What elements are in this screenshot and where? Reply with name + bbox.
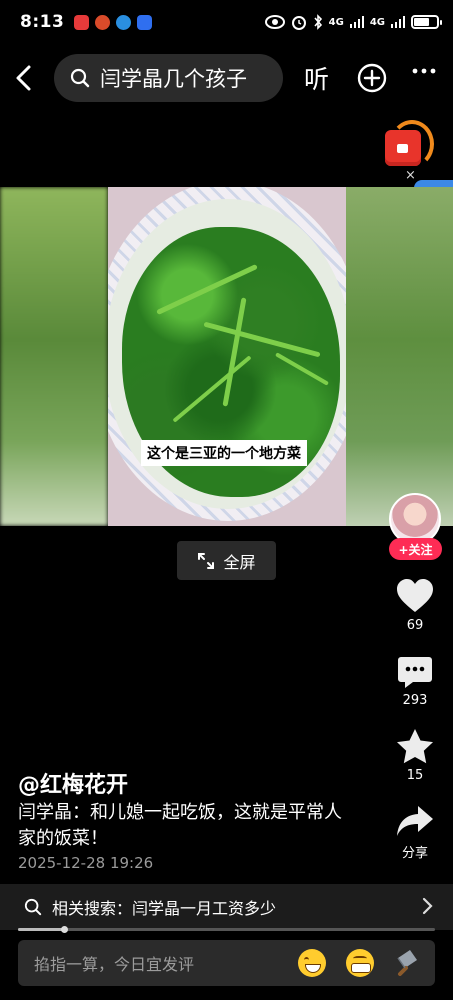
- signal-bars-icon: [349, 16, 364, 28]
- battery-icon: [411, 15, 442, 29]
- share-label: 分享: [401, 846, 428, 861]
- comment-icon: [398, 657, 432, 688]
- notification-icons: [74, 14, 153, 30]
- video-subtitle: 这个是三亚的一个地方菜: [141, 440, 307, 466]
- status-time: 8:13: [20, 12, 65, 32]
- comment-count: 293: [402, 693, 428, 708]
- related-search-bar[interactable]: 相关搜索：闫学晶一月工资多少: [0, 884, 453, 930]
- expand-icon: [198, 552, 215, 569]
- related-search-text: 相关搜索：闫学晶一月工资多少: [52, 899, 277, 918]
- red-packet-close-button[interactable]: ×: [405, 168, 416, 183]
- video-frame: 这个是三亚的一个地方菜: [108, 187, 346, 526]
- fullscreen-label: 全屏: [223, 552, 256, 572]
- favorite-count: 15: [406, 768, 424, 783]
- app-notification-icon: [95, 14, 111, 30]
- search-icon: [24, 898, 42, 916]
- more-icon[interactable]: [412, 68, 436, 74]
- like-count: 69: [406, 618, 424, 633]
- cleaver-sticker-icon[interactable]: [394, 948, 420, 976]
- app-notification-icon: [116, 14, 132, 30]
- video-blur-background-left: [0, 187, 108, 526]
- red-packet-button[interactable]: [384, 118, 436, 172]
- video-player[interactable]: 这个是三亚的一个地方菜: [0, 187, 453, 526]
- search-query: 闫学晶几个孩子: [100, 67, 247, 91]
- like-button[interactable]: 69: [386, 578, 444, 633]
- listen-button[interactable]: 听: [304, 60, 329, 96]
- top-bar: 闫学晶几个孩子 听: [0, 52, 453, 104]
- share-arrow-icon: [397, 806, 433, 836]
- share-button[interactable]: 分享: [386, 804, 444, 861]
- grin-emoji-icon[interactable]: [298, 949, 326, 977]
- back-button[interactable]: [2, 52, 44, 104]
- favorite-button[interactable]: 15: [386, 728, 444, 783]
- follow-button[interactable]: +关注: [389, 538, 442, 560]
- author-name[interactable]: @红梅花开: [18, 767, 128, 799]
- star-icon: [397, 729, 433, 764]
- fullscreen-button[interactable]: 全屏: [177, 541, 276, 580]
- bluetooth-icon: [314, 14, 322, 30]
- comment-input[interactable]: 掐指一算，今日宜发评: [18, 940, 435, 986]
- chevron-right-icon: [422, 897, 433, 915]
- alarm-icon: [291, 16, 306, 30]
- app-notification-icon: [137, 14, 153, 30]
- red-packet-icon: [385, 130, 421, 166]
- video-blur-background-right: [346, 187, 453, 526]
- signal-2-label: 4G: [369, 16, 385, 28]
- playback-progress-fill: [18, 928, 64, 931]
- chevron-left-icon: [16, 65, 31, 91]
- signal-bars-icon: [391, 16, 405, 28]
- post-date: 2025-12-28 19:26: [18, 854, 154, 872]
- comment-placeholder: 掐指一算，今日宜发评: [34, 955, 195, 974]
- app-notification-icon: [74, 14, 90, 30]
- search-icon: [70, 68, 90, 88]
- add-icon[interactable]: [357, 63, 387, 93]
- status-bar: 8:13 4G 4G: [0, 0, 453, 44]
- eye-icon: [264, 15, 285, 29]
- comment-button[interactable]: 293: [386, 655, 444, 708]
- grimace-emoji-icon[interactable]: [346, 949, 374, 977]
- playback-progress-bar[interactable]: [18, 926, 435, 933]
- search-input[interactable]: 闫学晶几个孩子: [54, 54, 283, 102]
- signal-1-label: 4G: [328, 16, 344, 28]
- heart-icon: [397, 579, 433, 612]
- post-description: 闫学晶：和儿媳一起吃饭，这就是平常人家的饭菜！: [18, 802, 342, 849]
- playback-scrubber-handle[interactable]: [60, 926, 68, 933]
